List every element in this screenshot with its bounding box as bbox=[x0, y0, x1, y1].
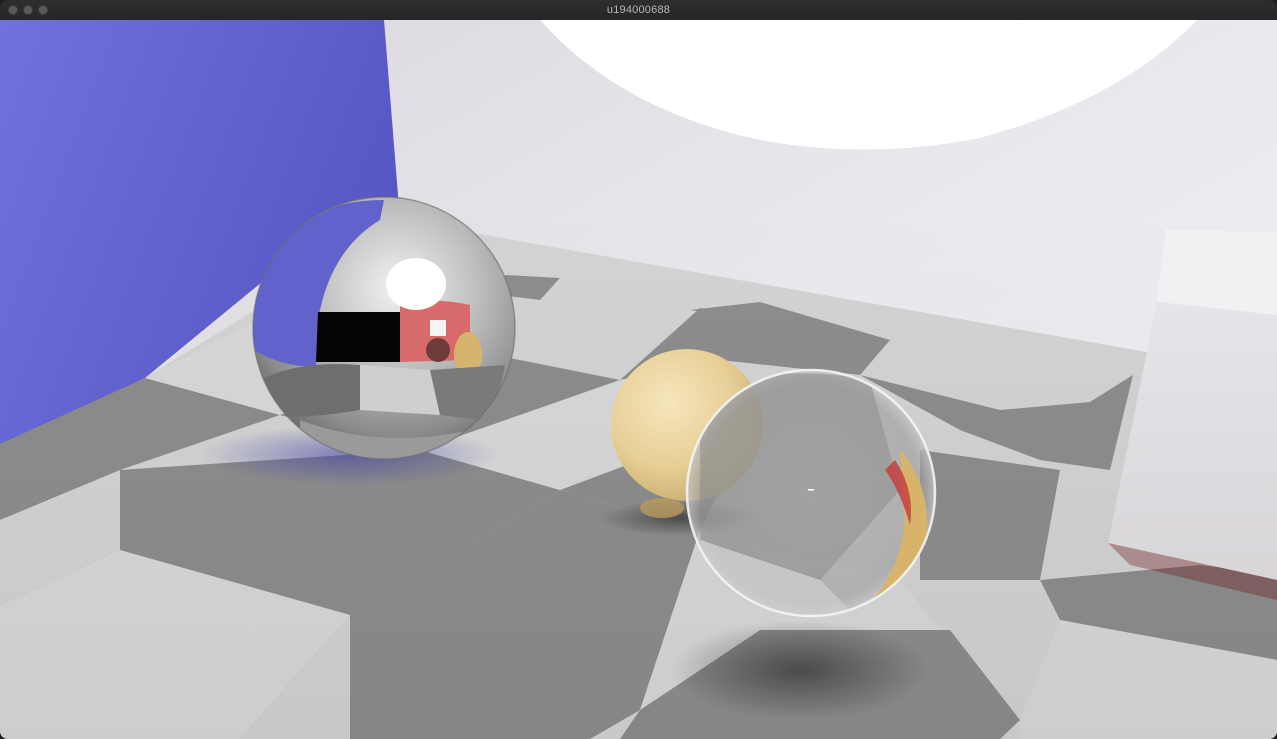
glass-sphere-shadow bbox=[670, 620, 930, 720]
title-bar[interactable]: u194000688 bbox=[0, 0, 1277, 21]
render-window: u194000688 bbox=[0, 0, 1277, 739]
glass-highlight bbox=[808, 489, 814, 491]
render-viewport[interactable] bbox=[0, 20, 1277, 739]
window-title: u194000688 bbox=[606, 4, 671, 16]
mirror-sphere bbox=[252, 196, 516, 460]
light-reflection bbox=[386, 258, 446, 310]
rendered-scene bbox=[0, 20, 1277, 739]
